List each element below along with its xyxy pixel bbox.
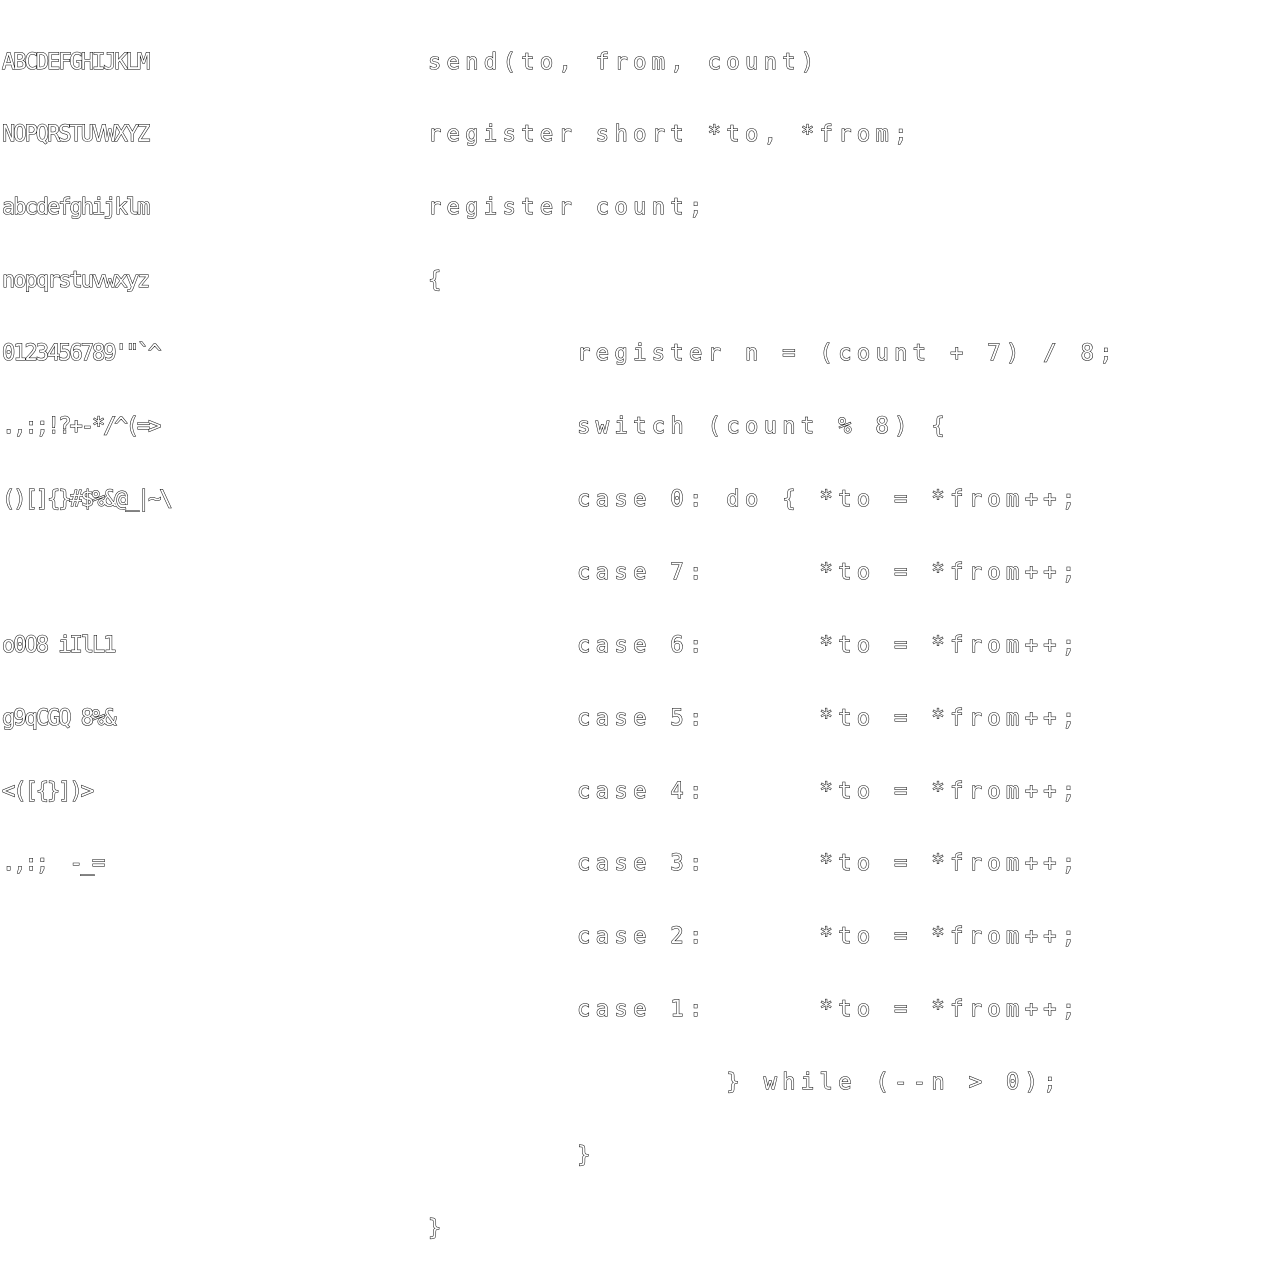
code-line: case 3: *to = *from++; bbox=[428, 851, 1081, 877]
code-line: case 0: do { *to = *from++; bbox=[428, 486, 1081, 513]
code-line: } bbox=[428, 1215, 447, 1242]
charset-line-confusables-4: .,:; -_= bbox=[2, 851, 106, 877]
charset-line-punctuation: .,:;!?+-*/^(=> bbox=[2, 414, 162, 440]
code-line: case 2: *to = *from++; bbox=[428, 924, 1081, 950]
charset-line-digits: 0123456789'"`^ bbox=[2, 341, 162, 367]
charset-line-confusables-3: <([{}])> bbox=[2, 778, 95, 804]
code-line: send(to, from, count) bbox=[428, 49, 820, 75]
charset-line-confusables-2: g9qCGQ 8%& bbox=[2, 705, 117, 731]
code-sample: send(to, from, count) register short *to… bbox=[428, 2, 1118, 1265]
code-line: case 1: *to = *from++; bbox=[428, 997, 1081, 1023]
charset-line-confusables-1: o0O8 iIlL1 bbox=[2, 632, 117, 658]
charset-line-lowercase-2: nopqrstuvwxyz bbox=[2, 268, 151, 294]
code-line: register short *to, *from; bbox=[428, 122, 913, 148]
charset-line-brackets-symbols: ()[]{}#$%&@_|~\ bbox=[2, 486, 174, 513]
charset-line-uppercase-2: NOPQRSTUVWXYZ bbox=[2, 122, 151, 148]
charset-line-uppercase-1: ABCDEFGHIJKLM bbox=[2, 49, 151, 75]
code-line: { bbox=[428, 268, 447, 294]
charset-line-lowercase-1: abcdefghijklm bbox=[2, 195, 151, 221]
code-line: case 5: *to = *from++; bbox=[428, 705, 1081, 731]
code-line: } while (--n > 0); bbox=[428, 1070, 1062, 1096]
code-line: register n = (count + 7) / 8; bbox=[428, 341, 1118, 367]
code-line: case 7: *to = *from++; bbox=[428, 559, 1081, 586]
charset-spacer bbox=[2, 561, 171, 585]
code-line: register count; bbox=[428, 195, 708, 221]
code-line: } bbox=[428, 1142, 596, 1169]
code-line: case 4: *to = *from++; bbox=[428, 778, 1081, 804]
code-line: case 6: *to = *from++; bbox=[428, 632, 1081, 658]
charset-sample: ABCDEFGHIJKLM NOPQRSTUVWXYZ abcdefghijkl… bbox=[2, 2, 174, 901]
code-line: switch (count % 8) { bbox=[428, 414, 951, 440]
